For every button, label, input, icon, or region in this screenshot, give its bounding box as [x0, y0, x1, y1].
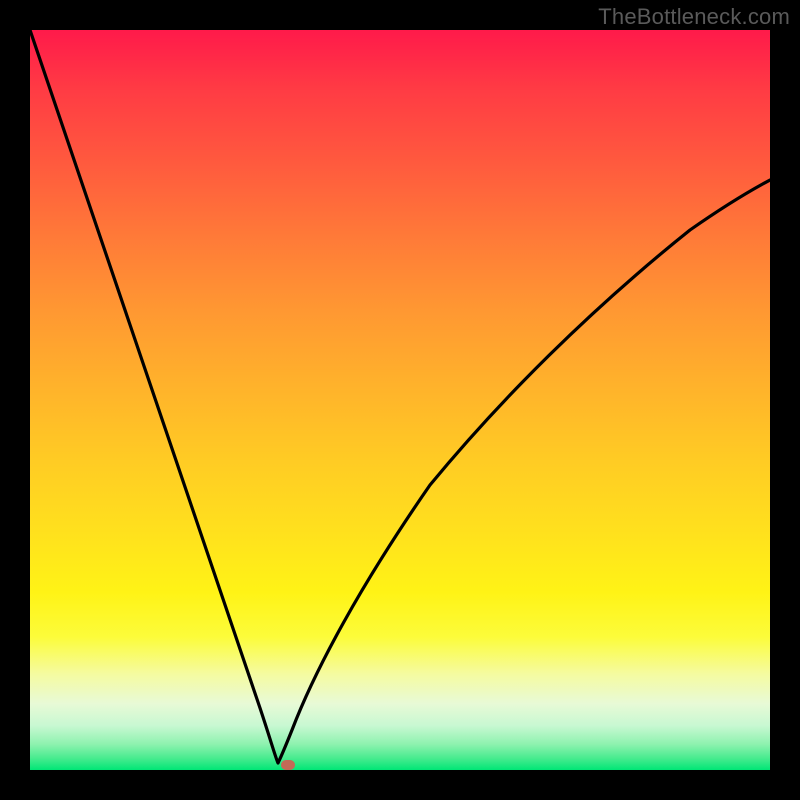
plot-area: [30, 30, 770, 770]
attribution-text: TheBottleneck.com: [598, 4, 790, 30]
chart-frame: TheBottleneck.com: [0, 0, 800, 800]
optimal-point-marker: [281, 760, 295, 770]
bottleneck-curve: [30, 30, 770, 770]
